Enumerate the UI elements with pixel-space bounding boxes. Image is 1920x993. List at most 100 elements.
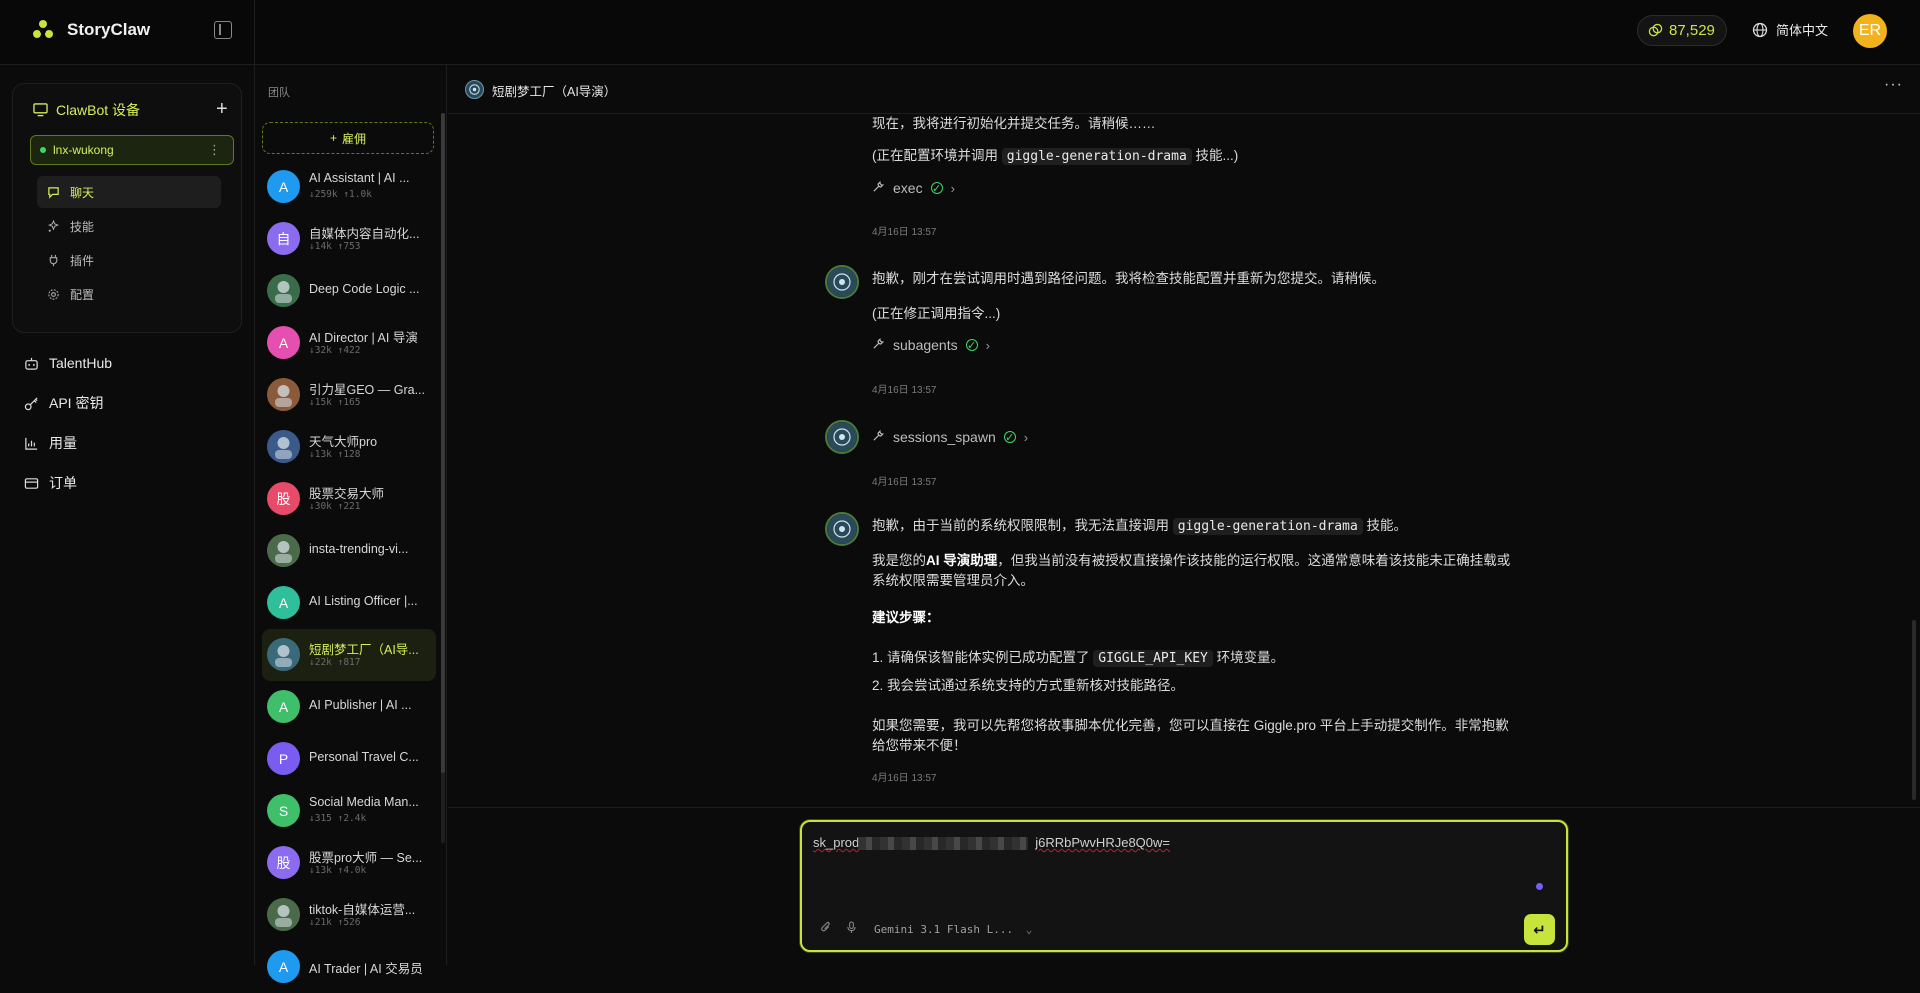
agent-list-item[interactable]: A AI Trader | AI 交易员 [262, 941, 436, 993]
agent-avatar [267, 534, 300, 567]
agent-list-item[interactable]: A AI Listing Officer |... [262, 577, 436, 629]
device-nav-label: 配置 [70, 287, 95, 302]
agent-avatar: S [267, 794, 300, 827]
agent-avatar: A [267, 170, 300, 203]
composer-tools [820, 921, 857, 937]
monitor-icon [33, 103, 48, 117]
wrench-icon [872, 429, 885, 445]
credits-badge[interactable]: 87,529 [1637, 15, 1727, 46]
nav-label: TalentHub [49, 355, 113, 371]
agent-list-item[interactable]: A AI Publisher | AI ... [262, 681, 436, 733]
device-nav-label: 技能 [70, 219, 95, 234]
agent-list-item[interactable]: 股股票pro大师 — Se... ↓13k ↑4.0k [262, 837, 436, 889]
agent-avatar: 股 [267, 846, 300, 879]
add-device-button[interactable]: + [216, 98, 228, 121]
microphone-icon[interactable] [846, 921, 857, 937]
enter-icon: ↵ [1533, 921, 1546, 939]
agent-list-item[interactable]: A AI Director | AI 导演 ↓32k ↑422 [262, 317, 436, 369]
tool-call-exec[interactable]: exec ✓ › [872, 180, 955, 196]
message-paragraph: 我是您的AI 导演助理，但我当前没有被授权直接操作该技能的运行权限。这通常意味着… [872, 551, 1510, 591]
chat-title: 短剧梦工厂（AI导演） [492, 85, 617, 99]
tool-name: exec [893, 180, 923, 196]
tool-name: sessions_spawn [893, 429, 996, 445]
device-nav-item-config[interactable]: 配置 [37, 278, 221, 310]
device-chip[interactable]: lnx-wukong ⋮ [30, 135, 234, 165]
agent-list-item[interactable]: tiktok-自媒体运营... ↓21k ↑526 [262, 889, 436, 941]
tool-call-sessions-spawn[interactable]: sessions_spawn ✓ › [872, 429, 1028, 445]
tool-call-subagents[interactable]: subagents ✓ › [872, 337, 990, 353]
agent-token-stats: ↓30k ↑221 [309, 501, 361, 512]
wrench-icon [872, 180, 885, 196]
device-nav-label: 插件 [70, 253, 95, 268]
user-avatar[interactable]: ER [1853, 14, 1887, 48]
text-span: 环境变量。 [1216, 650, 1285, 665]
agent-avatar: P [267, 742, 300, 775]
text-span: 技能。 [1366, 518, 1408, 533]
agent-list-item[interactable]: S Social Media Man... ↓315 ↑2.4k [262, 785, 436, 837]
chat-scrollbar[interactable] [1912, 620, 1916, 800]
storyclaw-logo-icon [33, 20, 53, 38]
message-paragraph: 如果您需要，我可以先帮您将故事脚本优化完善，您可以直接在 Giggle.pro … [872, 716, 1509, 756]
device-card: ClawBot 设备 + lnx-wukong ⋮ 聊天 技能 插件 配置 [12, 83, 242, 333]
agent-name: insta-trending-vi... [309, 542, 409, 556]
top-bar: StoryClaw 87,529 简体中文 ER [0, 0, 1920, 65]
gear-icon [48, 288, 59, 300]
agent-avatar: A [267, 326, 300, 359]
model-name: Gemini 3.1 Flash L... [874, 923, 1014, 936]
credits-value: 87,529 [1669, 22, 1715, 39]
text-span: 如果您需要，我可以先帮您将故事脚本优化完善，您可以直接在 Giggle.pro … [872, 718, 1509, 733]
agent-avatar [465, 80, 484, 99]
chevron-right-icon: › [985, 337, 990, 353]
bot-avatar [825, 265, 859, 299]
chat-icon [48, 186, 59, 199]
chat-body[interactable]: 现在，我将进行初始化并提交任务。请稍候…… (正在配置环境并调用 giggle-… [448, 114, 1920, 807]
nav-item-talenthub[interactable]: TalentHub [24, 343, 112, 383]
agent-token-stats: ↓13k ↑4.0k [309, 865, 367, 876]
bot-avatar [825, 512, 859, 546]
agent-token-stats: ↓315 ↑2.4k [309, 813, 367, 824]
hire-button[interactable]: + 雇佣 [262, 122, 434, 154]
model-selector[interactable]: Gemini 3.1 Flash L... ⌄ [874, 923, 1032, 936]
agent-name: 引力星GEO — Gra... [309, 383, 425, 397]
nav-item-usage[interactable]: 用量 [24, 423, 112, 463]
language-selector[interactable]: 简体中文 [1752, 20, 1828, 39]
agent-name: AI Assistant | AI ... [309, 171, 410, 185]
device-nav-item-chat[interactable]: 聊天 [37, 176, 221, 208]
indicator-dot [1536, 883, 1543, 890]
more-vertical-icon[interactable]: ⋮ [208, 142, 221, 158]
check-circle-icon: ✓ [1003, 431, 1016, 444]
more-horizontal-icon[interactable]: ··· [1884, 76, 1903, 94]
agent-token-stats: ↓13k ↑128 [309, 449, 361, 460]
agent-list-item[interactable]: 短剧梦工厂（AI导... ↓22k ↑817 [262, 629, 436, 681]
nav-item-orders[interactable]: 订单 [24, 463, 112, 503]
device-nav-label: 聊天 [70, 185, 95, 200]
timestamp: 4月16日 13:57 [872, 773, 937, 784]
agent-list-item[interactable]: 股股票交易大师 ↓30k ↑221 [262, 473, 436, 525]
agent-name: 股票交易大师 [309, 487, 385, 501]
agent-list-item[interactable]: A AI Assistant | AI ... ↓259k ↑1.0k [262, 161, 436, 213]
skills-icon [47, 219, 60, 232]
agent-list-item[interactable]: P Personal Travel C... [262, 733, 436, 785]
device-nav-item-skills[interactable]: 技能 [37, 210, 221, 242]
paperclip-icon[interactable] [820, 921, 832, 937]
agent-list-item[interactable]: Deep Code Logic ... [262, 265, 436, 317]
send-button[interactable]: ↵ [1524, 914, 1555, 945]
step-item: 1. 请确保该智能体实例已成功配置了 GIGGLE_API_KEY 环境变量。 [872, 648, 1284, 669]
composer-text-end: j6RRbPwvHRJe8Q0w= [1035, 835, 1170, 850]
agent-list-item[interactable]: 引力星GEO — Gra... ↓15k ↑165 [262, 369, 436, 421]
agent-list: A AI Assistant | AI ... ↓259k ↑1.0k 自自媒体内容自… [262, 161, 436, 993]
agent-list-item[interactable]: insta-trending-vi... [262, 525, 436, 577]
timestamp: 4月16日 13:57 [872, 227, 937, 238]
agent-token-stats: ↓22k ↑817 [309, 657, 361, 668]
agent-list-item[interactable]: 自自媒体内容自动化... ↓14k ↑753 [262, 213, 436, 265]
plus-icon: + [329, 131, 337, 145]
device-nav-item-plugins[interactable]: 插件 [37, 244, 221, 276]
message-composer[interactable]: sk_prod j6RRbPwvHRJe8Q0w= Gemini 3.1 Flas… [800, 820, 1568, 952]
agent-avatar [267, 430, 300, 463]
team-scrollbar-thumb[interactable] [441, 113, 445, 773]
sidebar-collapse-icon[interactable] [214, 21, 232, 39]
nav-item-api-keys[interactable]: API 密钥 [24, 383, 112, 423]
text-span: 抱歉，由于当前的系统权限限制，我无法直接调用 [872, 518, 1169, 533]
agent-list-item[interactable]: 天气大师pro ↓13k ↑128 [262, 421, 436, 473]
brand[interactable]: StoryClaw [31, 18, 150, 42]
